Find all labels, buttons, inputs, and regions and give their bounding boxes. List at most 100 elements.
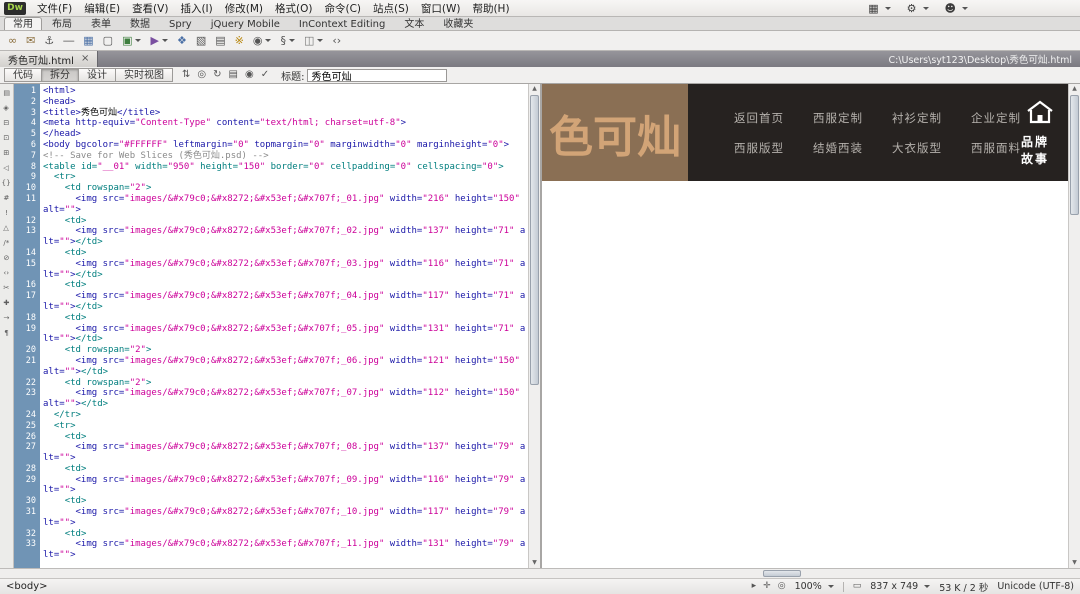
- horizontal-scrollbar-thumb[interactable]: [763, 570, 801, 577]
- code-line[interactable]: 25 <tr>: [14, 421, 528, 432]
- zoom-tool-icon[interactable]: ◎: [778, 582, 786, 591]
- image-icon[interactable]: ▣: [122, 35, 141, 46]
- code-line[interactable]: 24 </tr>: [14, 410, 528, 421]
- server-include-icon[interactable]: ▤: [215, 35, 225, 46]
- insert-tab[interactable]: 表单: [82, 17, 120, 30]
- code-line[interactable]: 26 <td>: [14, 432, 528, 443]
- table-icon[interactable]: ▦: [83, 35, 93, 46]
- widget-icon[interactable]: ❖: [177, 35, 187, 46]
- scroll-up-arrow-icon[interactable]: ▲: [529, 84, 540, 94]
- header-nav-link[interactable]: 企业定制: [971, 110, 1021, 126]
- code-line[interactable]: 22 <td rowspan="2">: [14, 378, 528, 389]
- date-icon[interactable]: ▧: [196, 35, 206, 46]
- site-logo[interactable]: 色可灿: [542, 84, 688, 181]
- menu-item[interactable]: 窗口(W): [415, 0, 467, 17]
- line-numbers-icon[interactable]: #: [3, 194, 9, 201]
- open-documents-icon[interactable]: ▤: [3, 89, 10, 96]
- scroll-down-arrow-icon[interactable]: ▼: [1069, 558, 1080, 568]
- preview-in-browser-icon[interactable]: ◎: [197, 70, 206, 80]
- collapse-selection-icon[interactable]: ⊡: [3, 134, 9, 141]
- insert-tab[interactable]: 数据: [121, 17, 159, 30]
- header-nav-link[interactable]: 返回首页: [734, 110, 784, 126]
- insert-tab[interactable]: 常用: [4, 17, 42, 30]
- header-nav-link[interactable]: 西服定制: [813, 110, 863, 126]
- code-scrollbar-thumb[interactable]: [530, 95, 539, 385]
- refresh-design-view-icon[interactable]: ↻: [213, 70, 221, 80]
- document-title-input[interactable]: [307, 69, 447, 82]
- insert-tab[interactable]: jQuery Mobile: [202, 17, 289, 30]
- view-button[interactable]: 实时视图: [115, 68, 173, 82]
- view-button[interactable]: 设计: [78, 68, 116, 82]
- visual-aids-icon[interactable]: ◉: [245, 70, 254, 80]
- window-size-selector[interactable]: 837 x 749: [870, 581, 930, 592]
- menu-item[interactable]: 命令(C): [318, 0, 367, 17]
- hand-tool-icon[interactable]: ✛: [763, 582, 771, 591]
- view-button[interactable]: 代码: [4, 68, 42, 82]
- code-view[interactable]: 1<html>2<head>3<title>秀色可灿</title>4<meta…: [14, 84, 528, 568]
- design-view[interactable]: 色可灿 返回首页 西服定制 衬衫定制 企业定制西服版型 结婚西装 大衣版型 西服面料 品牌故…: [542, 84, 1080, 568]
- tag-selector[interactable]: <body>: [6, 581, 48, 592]
- header-nav-link[interactable]: 西服面料: [971, 140, 1021, 156]
- insert-tab[interactable]: 布局: [43, 17, 81, 30]
- menu-item[interactable]: 插入(I): [174, 0, 218, 17]
- page-header-preview[interactable]: 色可灿 返回首页 西服定制 衬衫定制 企业定制西服版型 结婚西装 大衣版型 西服面料 品牌故…: [542, 84, 1068, 181]
- menu-item[interactable]: 修改(M): [219, 0, 269, 17]
- insert-tab[interactable]: InContext Editing: [290, 17, 394, 30]
- show-code-navigator-icon[interactable]: ◈: [4, 104, 10, 111]
- code-line[interactable]: 10 <td rowspan="2">: [14, 183, 528, 194]
- remove-comment-icon[interactable]: ⊘: [3, 254, 9, 261]
- indent-code-icon[interactable]: →: [3, 314, 9, 321]
- apply-comment-icon[interactable]: /*: [3, 239, 9, 246]
- hyperlink-icon[interactable]: ∞: [8, 35, 17, 46]
- code-line[interactable]: 6<body bgcolor="#FFFFFF" leftmargin="0" …: [14, 140, 528, 151]
- header-nav-link[interactable]: 大衣版型: [892, 140, 942, 156]
- brand-story-block[interactable]: 品牌故事: [1021, 99, 1059, 167]
- code-line[interactable]: 33 <img src="images/&#x79c0;&#x8272;&#x5…: [14, 539, 528, 561]
- user-account-icon[interactable]: ☻: [945, 2, 968, 15]
- wrap-tag-icon[interactable]: ‹›: [4, 269, 10, 276]
- w3c-validation-icon[interactable]: ✓: [261, 70, 269, 80]
- code-line[interactable]: 14 <td>: [14, 248, 528, 259]
- code-line[interactable]: 16 <td>: [14, 280, 528, 291]
- tab-close-icon[interactable]: ×: [81, 54, 89, 64]
- script-icon[interactable]: §: [280, 35, 295, 46]
- horizontal-rule-icon[interactable]: ―: [63, 35, 74, 46]
- recent-snippets-icon[interactable]: ✂: [3, 284, 9, 291]
- menu-item[interactable]: 帮助(H): [466, 0, 515, 17]
- comment-icon[interactable]: ※: [235, 35, 244, 46]
- highlight-invalid-code-icon[interactable]: !: [5, 209, 8, 216]
- code-line[interactable]: 12 <td>: [14, 216, 528, 227]
- design-vertical-scrollbar[interactable]: ▲ ▼: [1068, 84, 1080, 568]
- header-nav-link[interactable]: 衬衫定制: [892, 110, 942, 126]
- code-line[interactable]: 7<!-- Save for Web Slices (秀色可灿.psd) -->: [14, 151, 528, 162]
- code-line[interactable]: 1<html>: [14, 86, 528, 97]
- code-line[interactable]: 21 <img src="images/&#x79c0;&#x8272;&#x5…: [14, 356, 528, 378]
- code-line[interactable]: 23 <img src="images/&#x79c0;&#x8272;&#x5…: [14, 388, 528, 410]
- syntax-error-alerts-icon[interactable]: △: [4, 224, 10, 231]
- select-tool-icon[interactable]: ▸: [752, 582, 757, 591]
- scroll-up-arrow-icon[interactable]: ▲: [1069, 84, 1080, 94]
- code-line[interactable]: 27 <img src="images/&#x79c0;&#x8272;&#x5…: [14, 442, 528, 464]
- head-icon[interactable]: ◉: [253, 35, 272, 46]
- app-logo[interactable]: Dw: [4, 2, 26, 15]
- scroll-down-arrow-icon[interactable]: ▼: [529, 558, 540, 568]
- horizontal-scrollbar[interactable]: [0, 568, 1080, 578]
- insert-tab[interactable]: Spry: [160, 17, 201, 30]
- code-line[interactable]: 30 <td>: [14, 496, 528, 507]
- code-line[interactable]: 11 <img src="images/&#x79c0;&#x8272;&#x5…: [14, 194, 528, 216]
- header-nav-link[interactable]: 结婚西装: [813, 140, 863, 156]
- file-management-icon[interactable]: ⇅: [182, 70, 190, 80]
- code-line[interactable]: 2<head>: [14, 97, 528, 108]
- collapse-full-tag-icon[interactable]: ⊟: [3, 119, 9, 126]
- header-nav-link[interactable]: 西服版型: [734, 140, 784, 156]
- email-link-icon[interactable]: ✉: [26, 35, 35, 46]
- design-scrollbar-thumb[interactable]: [1070, 95, 1079, 215]
- insert-tab[interactable]: 收藏夹: [434, 17, 482, 30]
- format-source-icon[interactable]: ¶: [4, 329, 9, 336]
- template-icon[interactable]: ◫: [304, 35, 323, 46]
- code-line[interactable]: 32 <td>: [14, 529, 528, 540]
- code-line[interactable]: 29 <img src="images/&#x79c0;&#x8272;&#x5…: [14, 475, 528, 497]
- code-line[interactable]: 3<title>秀色可灿</title>: [14, 108, 528, 119]
- code-line[interactable]: 28 <td>: [14, 464, 528, 475]
- menu-item[interactable]: 站点(S): [367, 0, 415, 17]
